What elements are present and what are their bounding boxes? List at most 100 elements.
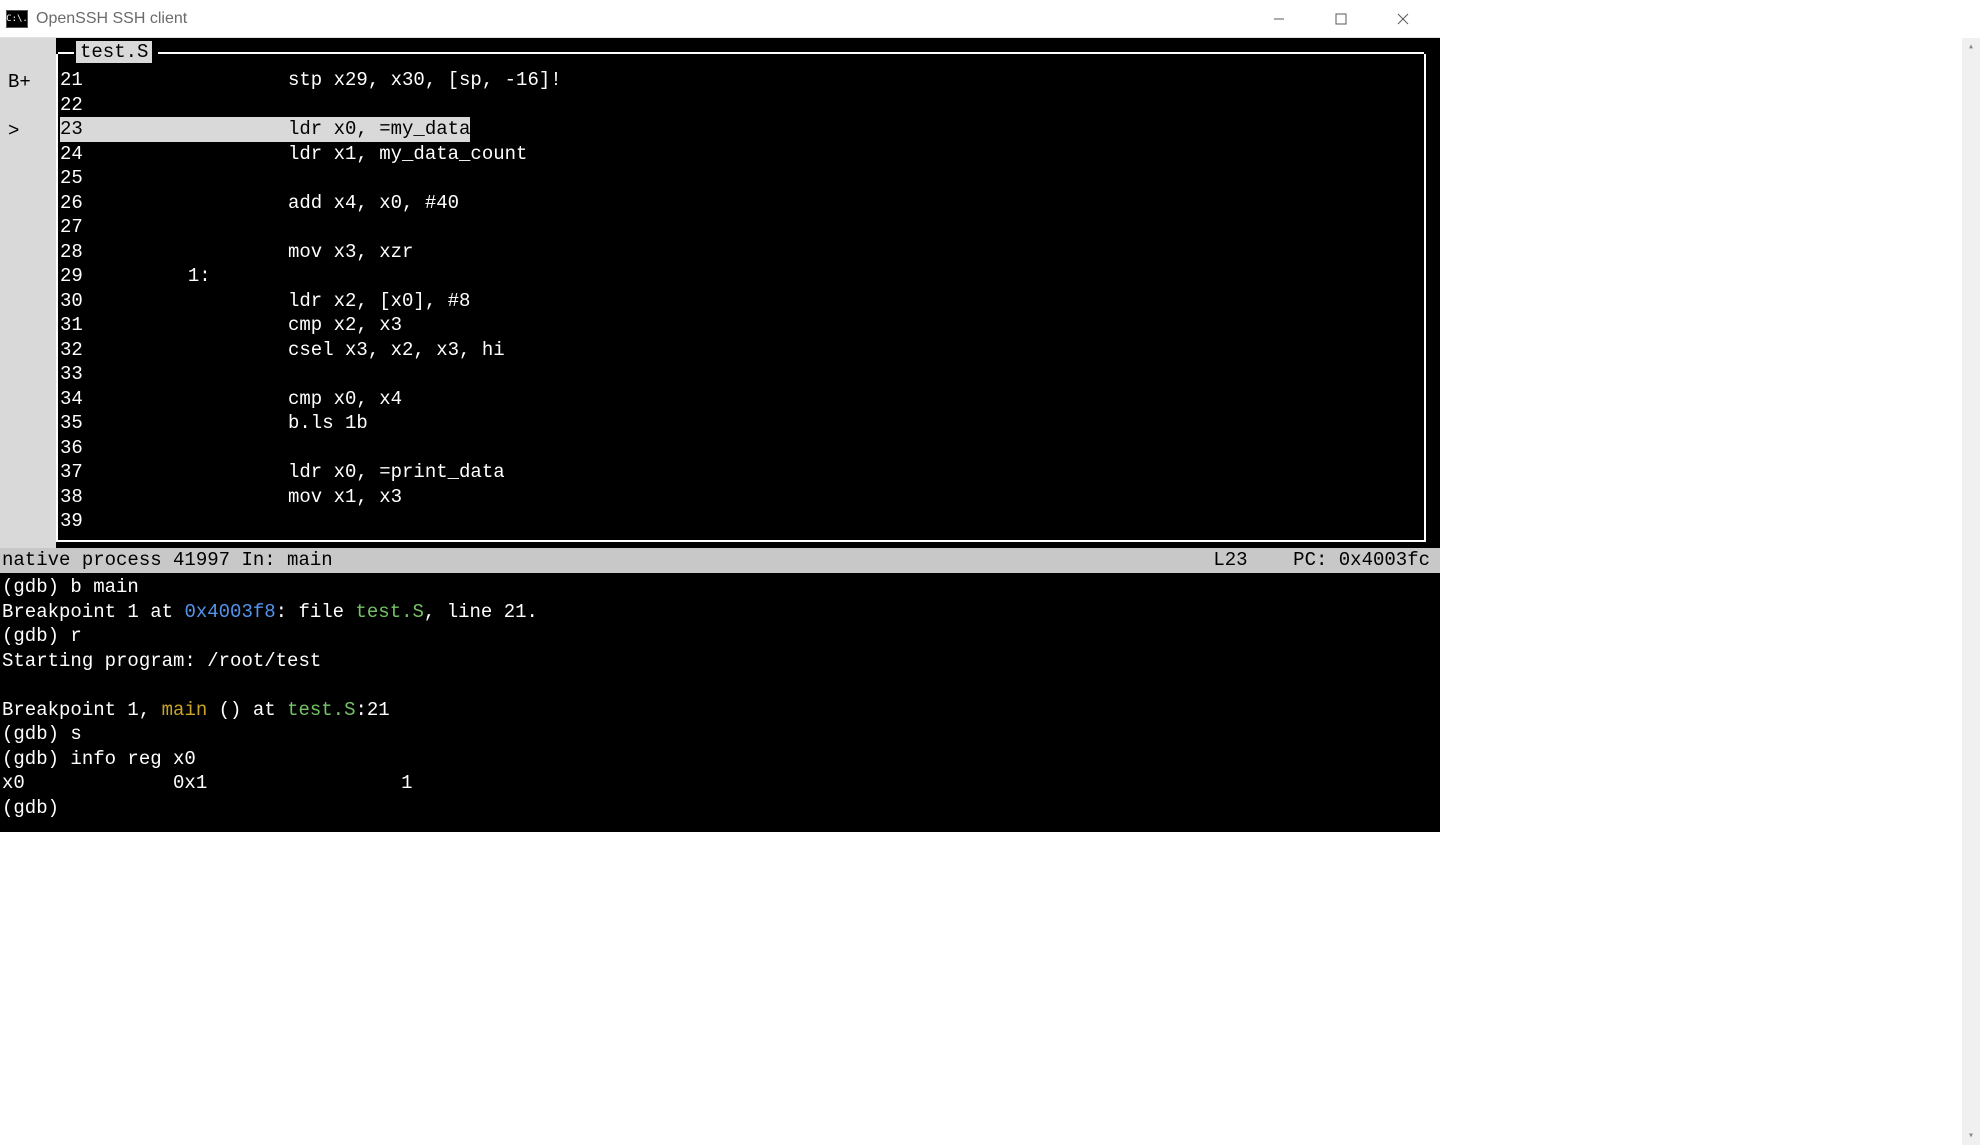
console-line: x0 0x1 1 (2, 771, 1438, 796)
console-line: Breakpoint 1, main () at test.S:21 (2, 698, 1438, 723)
vertical-scrollbar[interactable]: ▴ ▾ (1962, 38, 1980, 1145)
source-line[interactable]: 29 1: (58, 264, 1424, 289)
line-number: 31 (60, 313, 108, 338)
gutter-item[interactable] (0, 217, 56, 242)
line-code: ldr x0, =my_data (288, 118, 470, 140)
console-line: (gdb) r (2, 624, 1438, 649)
line-code: stp x29, x30, [sp, -16]! (288, 69, 562, 91)
gutter-item[interactable] (0, 291, 56, 316)
source-line[interactable]: 39 (58, 509, 1424, 534)
line-number: 32 (60, 338, 108, 363)
scroll-up-arrow-icon[interactable]: ▴ (1962, 38, 1980, 56)
source-line[interactable]: 30ldr x2, [x0], #8 (58, 289, 1424, 314)
source-line[interactable]: 36 (58, 436, 1424, 461)
console-line: (gdb) (2, 796, 1438, 821)
line-number: 21 (60, 68, 108, 93)
line-number: 39 (60, 509, 108, 534)
breakpoint-gutter[interactable]: B+ > (0, 38, 56, 548)
console-segment: : file (276, 601, 356, 623)
console-segment: x0 0x1 1 (2, 772, 412, 794)
source-line[interactable]: 34 cmp x0, x4 (58, 387, 1424, 412)
line-number: 37 (60, 460, 108, 485)
line-code: b.ls 1b (288, 412, 368, 434)
line-number: 29 (60, 264, 108, 289)
gdb-console[interactable]: (gdb) b mainBreakpoint 1 at 0x4003f8: fi… (0, 573, 1440, 832)
app-icon: C:\. (6, 10, 28, 28)
console-segment: (gdb) b main (2, 576, 139, 598)
gutter-item[interactable] (0, 340, 56, 365)
source-line[interactable]: 22 (58, 93, 1424, 118)
source-pane: B+> test.S 21stp x29, x30, [sp, -16]!222… (0, 38, 1440, 548)
source-line[interactable]: 35 b.ls 1b (58, 411, 1424, 436)
console-segment: Starting program: /root/test (2, 650, 321, 672)
line-code: mov x1, x3 (288, 486, 402, 508)
window-controls (1248, 2, 1434, 36)
source-file-label: test.S (76, 41, 152, 63)
console-segment: , line 21. (424, 601, 538, 623)
minimize-button[interactable] (1248, 2, 1310, 36)
source-line[interactable]: 28 mov x3, xzr (58, 240, 1424, 265)
console-segment: (gdb) info reg x0 (2, 748, 196, 770)
gutter-item[interactable] (0, 389, 56, 414)
gutter-item[interactable]: > (0, 119, 56, 144)
console-segment: 0x4003f8 (184, 601, 275, 623)
source-line[interactable]: 26 add x4, x0, #40 (58, 191, 1424, 216)
source-line[interactable]: 33 (58, 362, 1424, 387)
gutter-item[interactable]: B+ (0, 70, 56, 95)
line-number: 38 (60, 485, 108, 510)
gutter-item[interactable] (0, 315, 56, 340)
gutter-item[interactable] (0, 364, 56, 389)
line-code: mov x3, xzr (288, 241, 413, 263)
console-segment: (gdb) s (2, 723, 82, 745)
maximize-button[interactable] (1310, 2, 1372, 36)
source-line[interactable]: 25 (58, 166, 1424, 191)
gutter-item[interactable] (0, 95, 56, 120)
console-line (2, 673, 1438, 698)
source-line[interactable]: 24 ldr x1, my_data_count (58, 142, 1424, 167)
gutter-item[interactable] (0, 193, 56, 218)
gutter-item[interactable] (0, 487, 56, 512)
line-number: 27 (60, 215, 108, 240)
line-code: csel x3, x2, x3, hi (288, 339, 505, 361)
console-segment: test.S (355, 601, 423, 623)
console-line: (gdb) info reg x0 (2, 747, 1438, 772)
line-number: 25 (60, 166, 108, 191)
line-number: 26 (60, 191, 108, 216)
line-code: cmp x0, x4 (288, 388, 402, 410)
gutter-item[interactable] (0, 462, 56, 487)
source-line[interactable]: 27 (58, 215, 1424, 240)
line-code: add x4, x0, #40 (288, 192, 459, 214)
console-segment: Breakpoint 1, (2, 699, 162, 721)
scroll-down-arrow-icon[interactable]: ▾ (1962, 1127, 1980, 1145)
close-button[interactable] (1372, 2, 1434, 36)
line-number: 24 (60, 142, 108, 167)
line-code: cmp x2, x3 (288, 314, 402, 336)
gutter-item[interactable] (0, 266, 56, 291)
source-line[interactable]: 21 stp x29, x30, [sp, -16]! (58, 68, 1424, 93)
gutter-item[interactable] (0, 144, 56, 169)
line-code: ldr x0, =print_data (288, 461, 505, 483)
close-icon (1397, 13, 1409, 25)
source-line[interactable]: 23ldr x0, =my_data (58, 117, 1424, 142)
status-bar: native process 41997 In: main L23 PC: 0x… (0, 548, 1440, 573)
gutter-item[interactable] (0, 168, 56, 193)
line-number: 22 (60, 93, 108, 118)
line-number: 28 (60, 240, 108, 265)
status-process: native process 41997 In: main (2, 548, 1213, 573)
gutter-item[interactable] (0, 511, 56, 536)
source-window[interactable]: test.S 21stp x29, x30, [sp, -16]!2223ldr… (56, 54, 1426, 542)
line-code: ldr x1, my_data_count (288, 143, 527, 165)
line-number: 33 (60, 362, 108, 387)
line-number: 34 (60, 387, 108, 412)
console-line: Starting program: /root/test (2, 649, 1438, 674)
line-number: 35 (60, 411, 108, 436)
gutter-item[interactable] (0, 413, 56, 438)
gutter-item[interactable] (0, 438, 56, 463)
gutter-item[interactable] (0, 242, 56, 267)
source-line[interactable]: 37 ldr x0, =print_data (58, 460, 1424, 485)
console-line: (gdb) b main (2, 575, 1438, 600)
source-line[interactable]: 32 csel x3, x2, x3, hi (58, 338, 1424, 363)
source-line[interactable]: 31 cmp x2, x3 (58, 313, 1424, 338)
console-segment: (gdb) r (2, 625, 82, 647)
source-line[interactable]: 38 mov x1, x3 (58, 485, 1424, 510)
